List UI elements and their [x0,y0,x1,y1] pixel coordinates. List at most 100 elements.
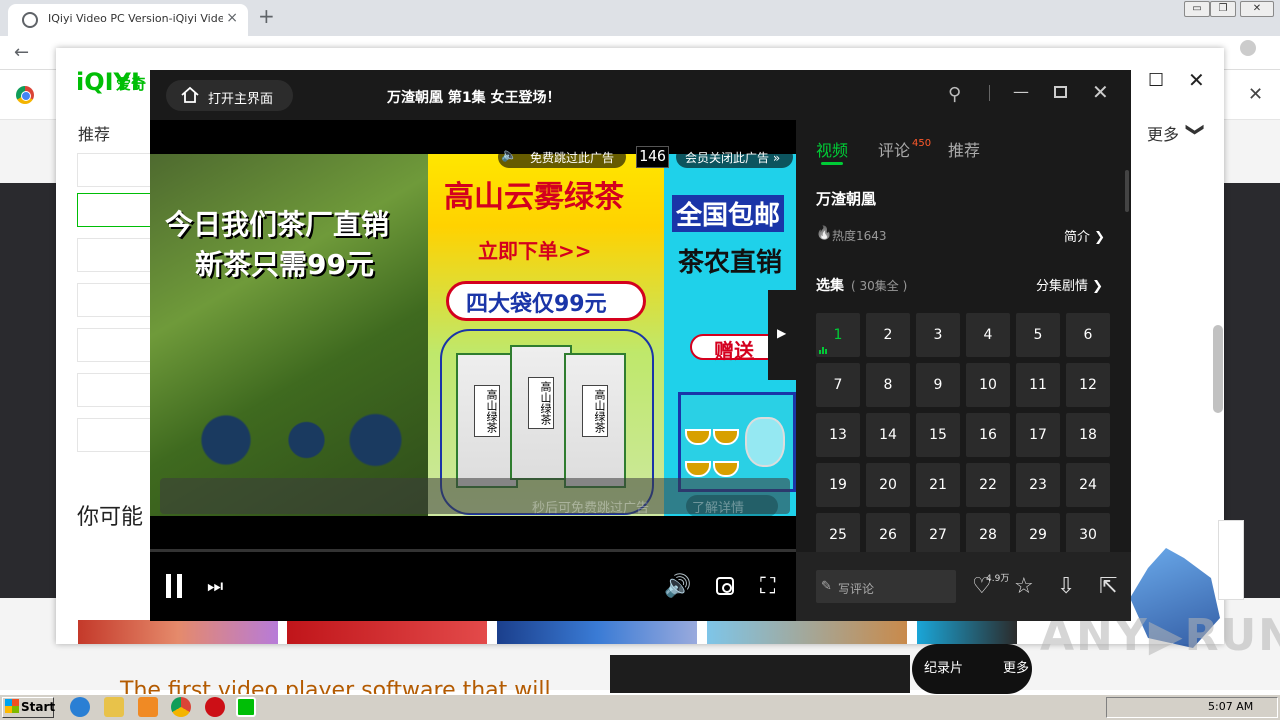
more-link[interactable]: 更多 [1147,121,1179,145]
start-label[interactable]: Start [21,700,55,714]
maximize-icon[interactable] [1054,86,1067,98]
folder-icon[interactable] [104,697,124,717]
active-tab-indicator [821,162,843,165]
comment-input[interactable] [816,570,956,603]
sidebar-box[interactable] [77,373,157,407]
close-icon[interactable]: ✕ [1092,80,1109,104]
episode-11[interactable]: 11 [1016,363,1060,407]
fullscreen-icon[interactable]: ⛶ [760,574,775,599]
episode-9[interactable]: 9 [916,363,960,407]
episode-10[interactable]: 10 [966,363,1010,407]
iqiyi-taskbar-icon[interactable] [236,697,256,717]
download-icon[interactable]: ⇩ [1057,574,1075,599]
fire-icon: 🔥 [816,226,833,241]
minimize-button[interactable]: ▭ [1184,1,1210,17]
episode-30[interactable]: 30 [1066,513,1110,553]
sidebar-box[interactable] [77,283,157,317]
vip-close-ad-label[interactable]: 会员关闭此广告 » [685,149,780,166]
sidebar-box[interactable] [77,238,157,272]
pin-icon[interactable]: ⚲ [948,84,961,105]
sidebar-box[interactable] [77,153,157,187]
chevron-down-icon[interactable]: ❯ [1185,122,1206,137]
comment-count-badge: 450 [912,138,932,149]
episode-23[interactable]: 23 [1016,463,1060,507]
episode-select-label: 选集 [816,278,844,294]
episode-3[interactable]: 3 [916,313,960,357]
ad-free-shipping: 全国包邮 [672,195,785,232]
episode-4[interactable]: 4 [966,313,1010,357]
thumbnail[interactable] [287,620,487,644]
intro-link[interactable]: 简介 ❯ [1064,226,1105,245]
window-close-button[interactable]: ✕ [1240,1,1274,17]
tab-video[interactable]: 视频 [816,137,848,161]
episode-27[interactable]: 27 [916,513,960,553]
sidebar-box[interactable] [77,328,157,362]
episode-24[interactable]: 24 [1066,463,1110,507]
documentary-link[interactable]: 纪录片 [924,657,963,676]
episode-26[interactable]: 26 [866,513,910,553]
home-icon [181,86,199,103]
episode-13[interactable]: 13 [816,413,860,457]
installer-close-icon[interactable]: ✕ [1188,68,1205,92]
episode-18[interactable]: 18 [1066,413,1110,457]
back-arrow-icon[interactable]: ← [14,42,29,63]
episode-28[interactable]: 28 [966,513,1010,553]
new-tab-button[interactable]: + [258,4,275,28]
tab-close-icon[interactable]: × [226,10,238,26]
thumbnail[interactable] [917,620,1017,644]
chrome-taskbar-icon[interactable] [171,697,191,717]
profile-icon[interactable] [1240,40,1256,56]
episode-21[interactable]: 21 [916,463,960,507]
episode-plot-link[interactable]: 分集剧情 ❯ [1036,275,1103,294]
sidebar-box-active[interactable] [77,193,157,227]
infobar-close-icon[interactable]: ✕ [1248,84,1263,105]
more-link[interactable]: 更多 [1003,657,1029,676]
browser-tab[interactable]: IQiyi Video PC Version-iQiyi Video Of × [8,4,248,36]
skip-ad-label[interactable]: 免费跳过此广告 [530,149,614,166]
episode-1[interactable]: 1 [816,313,860,357]
episode-25[interactable]: 25 [816,513,860,553]
star-icon[interactable]: ☆ [1014,574,1034,599]
episode-6[interactable]: 6 [1066,313,1110,357]
next-icon[interactable]: ⏭ [207,576,223,597]
settings-icon[interactable] [716,577,734,595]
pause-icon[interactable] [166,574,184,598]
episode-15[interactable]: 15 [916,413,960,457]
episode-14[interactable]: 14 [866,413,910,457]
play-arrow-icon[interactable]: ▶ [777,326,786,340]
minimize-icon[interactable]: — [1013,82,1029,101]
volume-icon[interactable]: 🔊 [664,574,691,599]
opera-icon[interactable] [205,697,225,717]
media-player-icon[interactable] [138,697,158,717]
episode-8[interactable]: 8 [866,363,910,407]
episode-22[interactable]: 22 [966,463,1010,507]
tab-comments[interactable]: 评论 [878,137,910,161]
thumbnail[interactable] [78,620,278,644]
side-widget [1218,520,1244,600]
installer-maximize-icon[interactable]: ☐ [1148,70,1164,91]
share-icon[interactable]: ⇱ [1099,574,1117,599]
comment-placeholder[interactable]: 写评论 [838,580,874,597]
tea-cup [713,429,739,445]
ie-icon[interactable] [70,697,90,717]
episode-7[interactable]: 7 [816,363,860,407]
page-scrollbar[interactable] [1213,325,1223,413]
episode-16[interactable]: 16 [966,413,1010,457]
learn-more-label[interactable]: 了解详情 [692,497,744,516]
episode-19[interactable]: 19 [816,463,860,507]
ad-skip-hint: 秒后可免费跳过广告 [532,501,650,516]
thumbnail[interactable] [707,620,907,644]
tab-recommend[interactable]: 推荐 [948,137,980,161]
bag-label: 高山绿茶 [528,377,554,429]
recommend-label[interactable]: 推荐 [78,121,110,145]
episode-12[interactable]: 12 [1066,363,1110,407]
restore-button[interactable]: ❐ [1210,1,1236,17]
thumbnail[interactable] [497,620,697,644]
episode-5[interactable]: 5 [1016,313,1060,357]
episode-17[interactable]: 17 [1016,413,1060,457]
episode-20[interactable]: 20 [866,463,910,507]
episode-2[interactable]: 2 [866,313,910,357]
sidebar-box[interactable] [77,418,157,452]
episode-29[interactable]: 29 [1016,513,1060,553]
side-panel-scrollbar[interactable] [1125,170,1129,212]
